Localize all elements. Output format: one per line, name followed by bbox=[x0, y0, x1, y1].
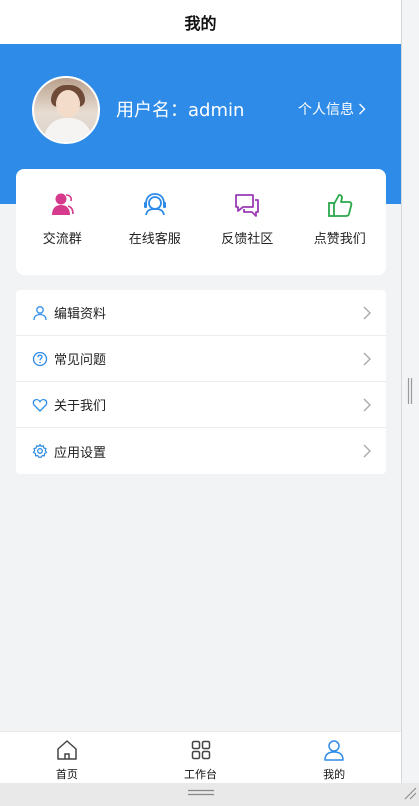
avatar-face bbox=[56, 90, 80, 118]
settings-menu: 编辑资料 常见问题 关于我们 应用设置 bbox=[16, 290, 386, 474]
personal-info-label: 个人信息 bbox=[298, 102, 354, 118]
user-group-icon bbox=[52, 193, 75, 215]
question-icon bbox=[32, 351, 48, 367]
thumbs-up-icon bbox=[327, 194, 353, 217]
menu-item-label: 关于我们 bbox=[54, 399, 107, 414]
menu-item-label: 应用设置 bbox=[54, 445, 107, 461]
chevron-right-icon bbox=[359, 103, 366, 115]
grid-icon bbox=[191, 740, 210, 760]
quick-action-chat-group[interactable]: 交流群 bbox=[16, 169, 109, 275]
gear-icon bbox=[32, 443, 48, 459]
headset-icon bbox=[143, 193, 166, 216]
menu-item-label: 常见问题 bbox=[54, 353, 107, 368]
chevron-right-icon bbox=[362, 398, 372, 412]
chevron-right-icon bbox=[362, 444, 372, 458]
chat-bubbles-icon bbox=[235, 194, 260, 217]
avatar[interactable] bbox=[32, 76, 100, 144]
app-frame: 我的 用户名：admin 个人信息 交流群 在线客服 反馈社区 点赞我们 编辑资… bbox=[0, 0, 402, 806]
menu-item-app-settings[interactable]: 应用设置 bbox=[16, 428, 386, 474]
tab-workbench[interactable]: 工作台 bbox=[134, 732, 268, 784]
chevron-right-icon bbox=[362, 306, 372, 320]
user-icon bbox=[32, 305, 48, 321]
chevron-right-icon bbox=[362, 352, 372, 366]
page-title: 我的 bbox=[0, 0, 401, 44]
personal-info-link[interactable]: 个人信息 bbox=[298, 99, 366, 119]
username-label: 用户名：admin bbox=[116, 100, 245, 121]
bottom-tab-bar: 首页 工作台 我的 bbox=[0, 731, 401, 784]
heart-icon bbox=[32, 397, 48, 413]
menu-item-about-us[interactable]: 关于我们 bbox=[16, 382, 386, 428]
quick-action-label: 交流群 bbox=[42, 232, 82, 247]
menu-item-label: 编辑资料 bbox=[54, 307, 107, 322]
quick-action-label: 在线客服 bbox=[128, 232, 181, 247]
quick-action-feedback[interactable]: 反馈社区 bbox=[201, 169, 294, 275]
resize-corner-icon[interactable] bbox=[403, 786, 417, 800]
menu-item-edit-profile[interactable]: 编辑资料 bbox=[16, 290, 386, 336]
avatar-body bbox=[44, 118, 92, 142]
tab-label: 我的 bbox=[323, 768, 346, 781]
drag-handle-icon[interactable] bbox=[188, 789, 214, 796]
side-drag-handle-icon[interactable] bbox=[407, 378, 413, 404]
tab-label: 工作台 bbox=[184, 768, 217, 781]
quick-action-label: 点赞我们 bbox=[313, 232, 366, 247]
quick-action-online-service[interactable]: 在线客服 bbox=[109, 169, 202, 275]
menu-item-faq[interactable]: 常见问题 bbox=[16, 336, 386, 382]
tab-home[interactable]: 首页 bbox=[0, 732, 134, 784]
tab-label: 首页 bbox=[55, 768, 78, 781]
quick-actions-card: 交流群 在线客服 反馈社区 点赞我们 bbox=[16, 169, 386, 275]
quick-action-like-us[interactable]: 点赞我们 bbox=[294, 169, 387, 275]
tab-mine[interactable]: 我的 bbox=[267, 732, 401, 784]
quick-action-label: 反馈社区 bbox=[221, 232, 274, 247]
home-icon bbox=[57, 740, 77, 760]
person-icon bbox=[324, 740, 344, 761]
